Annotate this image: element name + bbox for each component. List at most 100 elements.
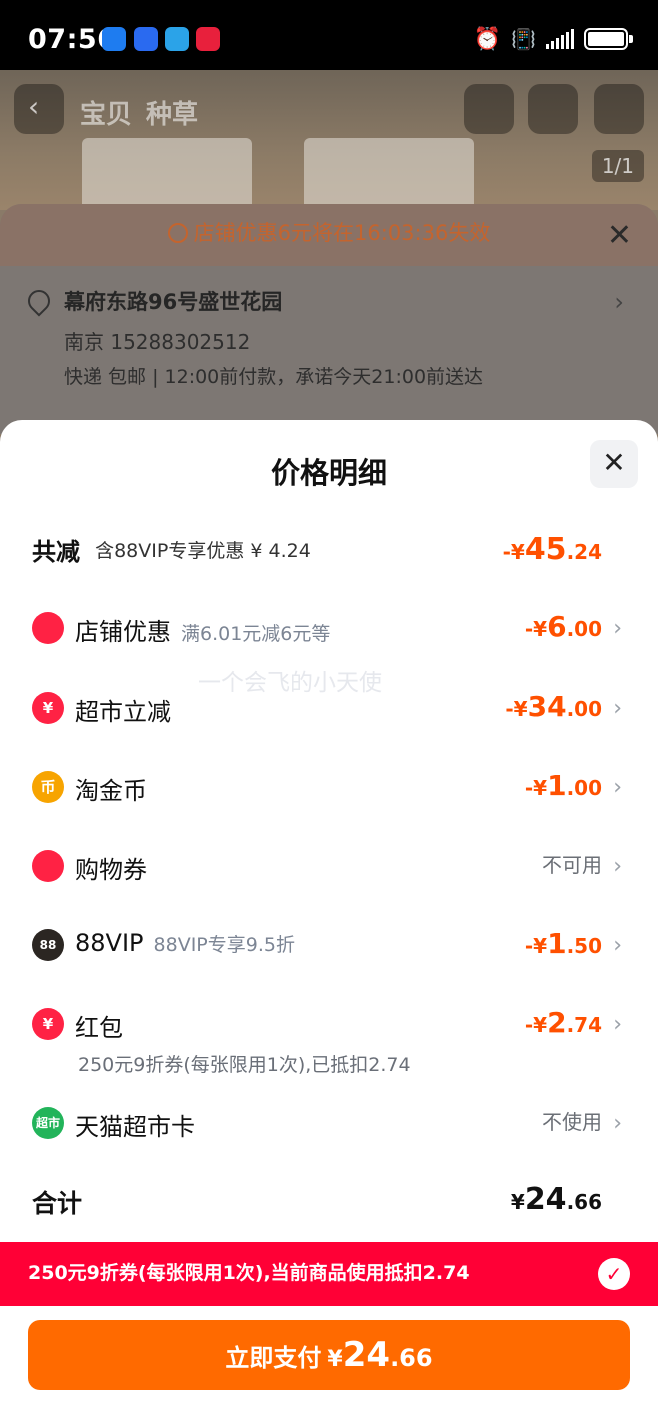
discount-row-note: 250元9折券(每张限用1次),已抵扣2.74 (78, 1054, 411, 1076)
total-discount-sub: 含88VIP专享优惠 ¥ 4.24 (95, 540, 311, 562)
discount-row-value: 不使用 (542, 1105, 602, 1139)
discount-timer-banner: 店铺优惠6元将在16:03:36失效 (0, 204, 658, 266)
88vip-icon: 88 (32, 929, 64, 961)
discount-status-text: 不可用 (542, 853, 602, 877)
discount-row-value: -¥2.74 (525, 1006, 602, 1039)
total-discount-label: 共减 (32, 538, 80, 566)
product-header-background: ‹ 宝贝 种草 1/1 (0, 70, 658, 218)
discount-amount-int: 34 (527, 690, 567, 723)
discount-row[interactable]: 币淘金币 -¥1.00 › (32, 769, 622, 809)
status-icons: ⏰ 📳 (474, 26, 633, 52)
app-icon-tmall (196, 27, 220, 51)
discount-row[interactable]: 店铺优惠 满6.01元减6元等 -¥6.00 › (32, 610, 622, 650)
store-icon (32, 612, 64, 644)
total-discount-amount: -¥45.24 (502, 532, 602, 567)
discount-row-value: -¥6.00 (525, 610, 602, 643)
discount-amount-dec: .50 (566, 934, 602, 958)
discount-label-text: 淘金币 (75, 777, 147, 805)
chevron-right-icon[interactable]: › (613, 1111, 622, 1136)
app-icon-blue (102, 27, 126, 51)
image-counter: 1/1 (591, 150, 644, 182)
discount-amount-dec: .00 (566, 697, 602, 721)
discount-amount-sign: -¥ (524, 617, 548, 641)
discount-amount-sign: -¥ (524, 934, 548, 958)
product-tabs: 宝贝 种草 (80, 94, 198, 131)
discount-label-text: 红包 (75, 1014, 123, 1042)
status-bar: 07:56 ⏰ 📳 (0, 0, 658, 70)
order-close-icon[interactable]: ✕ (607, 218, 632, 253)
discount-amount-int: 1 (547, 769, 567, 802)
discount-label-text: 88VIP (75, 929, 144, 957)
pay-now-label: 立即支付 (225, 1344, 322, 1372)
discount-row-value: -¥1.00 (525, 769, 602, 802)
address-contact: 南京 15288302512 (64, 330, 251, 354)
discount-row-value: -¥34.00 (505, 690, 602, 723)
discount-row-label: 购物券 (75, 850, 147, 885)
cart-button[interactable] (528, 84, 578, 134)
discount-label-text: 天猫超市卡 (75, 1113, 195, 1141)
tmall-supermarket-card-icon: 超市 (32, 1107, 64, 1139)
discount-amount-int: 6 (547, 610, 567, 643)
tab-grass[interactable]: 种草 (146, 94, 198, 131)
discount-row-value: -¥1.50 (525, 927, 602, 960)
total-discount-row: 共减 含88VIP专享优惠 ¥ 4.24 -¥45.24 (32, 532, 602, 572)
check-icon[interactable]: ✓ (598, 1258, 630, 1290)
discount-row[interactable]: 88 88VIP 88VIP专享9.5折 -¥1.50 › (32, 927, 622, 967)
coupon-bar-text: 250元9折券(每张限用1次),当前商品使用抵扣2.74 (28, 1262, 470, 1284)
discount-row[interactable]: 购物券 不可用 › (32, 848, 622, 888)
discount-row-value: 不可用 (542, 848, 602, 882)
close-button[interactable]: ✕ (590, 440, 638, 488)
address-title: 幕府东路96号盛世花园 (64, 290, 283, 314)
discount-label-text: 超市立减 (75, 698, 171, 726)
discount-row-label: 天猫超市卡 (75, 1107, 195, 1142)
discount-amount-sign: -¥ (524, 1013, 548, 1037)
discount-amount: -¥1.00 (525, 769, 602, 802)
red-envelope-icon: ¥ (32, 1008, 64, 1040)
discount-amount: -¥1.50 (525, 927, 602, 960)
pay-amount-int: 24 (342, 1335, 391, 1375)
discount-row-desc: 满6.01元减6元等 (181, 623, 331, 645)
discount-status-text: 不使用 (542, 1110, 602, 1134)
chevron-right-icon[interactable]: › (613, 1012, 622, 1037)
discount-amount-sign: -¥ (524, 776, 548, 800)
chevron-right-icon[interactable]: › (613, 933, 622, 958)
chevron-right-icon[interactable]: › (613, 696, 622, 721)
discount-label-text: 店铺优惠 (75, 618, 171, 646)
chevron-right-icon[interactable]: › (613, 616, 622, 641)
discount-row[interactable]: ¥ 红包 -¥2.74 › 250元9折券(每张限用1次),已抵扣2.74 (32, 1006, 622, 1076)
discount-amount-int: 2 (547, 1006, 567, 1039)
chevron-right-icon[interactable]: › (613, 854, 622, 879)
gold-coin-icon: 币 (32, 771, 64, 803)
chevron-left-icon: ‹ (28, 90, 40, 123)
discount-amount-dec: .00 (566, 776, 602, 800)
discount-amount-sign: -¥ (505, 697, 528, 721)
discount-row-label: 红包 (75, 1008, 123, 1043)
more-button[interactable] (594, 84, 644, 134)
pay-now-button[interactable]: 立即支付 ¥24.66 (28, 1320, 630, 1390)
discount-label-text: 购物券 (75, 856, 147, 884)
app-icon-map (165, 27, 189, 51)
location-pin-icon (23, 285, 55, 317)
modal-title: 价格明细 (270, 456, 387, 490)
back-button[interactable]: ‹ (14, 84, 64, 134)
discount-row[interactable]: 超市 天猫超市卡 不使用 › (32, 1105, 622, 1145)
discount-timer-text: 店铺优惠6元将在16:03:36失效 (193, 221, 491, 245)
vibrate-icon: 📳 (511, 27, 536, 51)
coupon-bar[interactable]: 250元9折券(每张限用1次),当前商品使用抵扣2.74 ✓ (0, 1242, 658, 1306)
chevron-right-icon[interactable]: › (613, 775, 622, 800)
shipping-info: 快递 包邮 | 12:00前付款，承诺今天21:00前送达 (64, 366, 484, 388)
battery-icon (584, 28, 633, 50)
discount-row-label: 淘金币 (75, 771, 147, 806)
app-icon-h (134, 27, 158, 51)
tab-item[interactable]: 宝贝 (80, 94, 132, 131)
signal-icon (546, 29, 574, 49)
discount-amount: -¥6.00 (525, 610, 602, 643)
share-button[interactable] (464, 84, 514, 134)
pay-amount-dec: .66 (390, 1344, 433, 1372)
discount-row-label: 88VIP 88VIP专享9.5折 (75, 929, 295, 957)
address-chevron-icon[interactable]: › (614, 288, 624, 316)
discount-row[interactable]: ¥ 超市立减 -¥34.00 › (32, 690, 622, 730)
price-detail-modal: 价格明细 ✕ 共减 含88VIP专享优惠 ¥ 4.24 -¥45.24 一个会飞… (0, 420, 658, 1416)
discount-row-label: 超市立减 (75, 692, 171, 727)
pay-yen: ¥ (327, 1347, 343, 1372)
